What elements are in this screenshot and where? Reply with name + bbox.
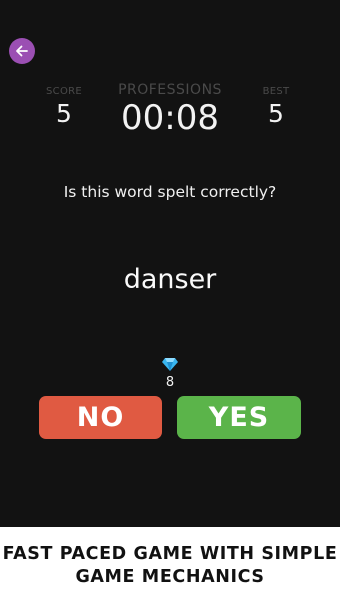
- score-panel: SCORE 5: [40, 86, 88, 128]
- arrow-left-icon: [16, 45, 28, 57]
- timer: 00:08: [121, 98, 219, 138]
- no-button[interactable]: NO: [39, 396, 162, 439]
- back-button[interactable]: [9, 38, 35, 64]
- banner-line-2: GAME MECHANICS: [75, 566, 265, 587]
- banner-line-1: FAST PACED GAME WITH SIMPLE: [2, 543, 338, 564]
- category-label: PROFESSIONS: [118, 82, 222, 98]
- score-value: 5: [56, 99, 72, 128]
- challenge-word: danser: [123, 264, 217, 295]
- score-label: SCORE: [46, 86, 82, 97]
- best-panel: BEST 5: [252, 86, 300, 128]
- gem-counter: 8: [155, 356, 185, 390]
- promo-banner: FAST PACED GAME WITH SIMPLE GAME MECHANI…: [0, 527, 340, 604]
- category-timer-panel: PROFESSIONS 00:08: [100, 82, 240, 138]
- gem-count: 8: [165, 375, 175, 390]
- diamond-icon: [162, 358, 178, 371]
- question-text: Is this word spelt correctly?: [63, 183, 277, 201]
- best-label: BEST: [262, 86, 290, 97]
- game-screen: SCORE 5 PROFESSIONS 00:08 BEST 5 Is this…: [0, 0, 340, 527]
- best-value: 5: [268, 99, 284, 128]
- yes-button[interactable]: YES: [177, 396, 301, 439]
